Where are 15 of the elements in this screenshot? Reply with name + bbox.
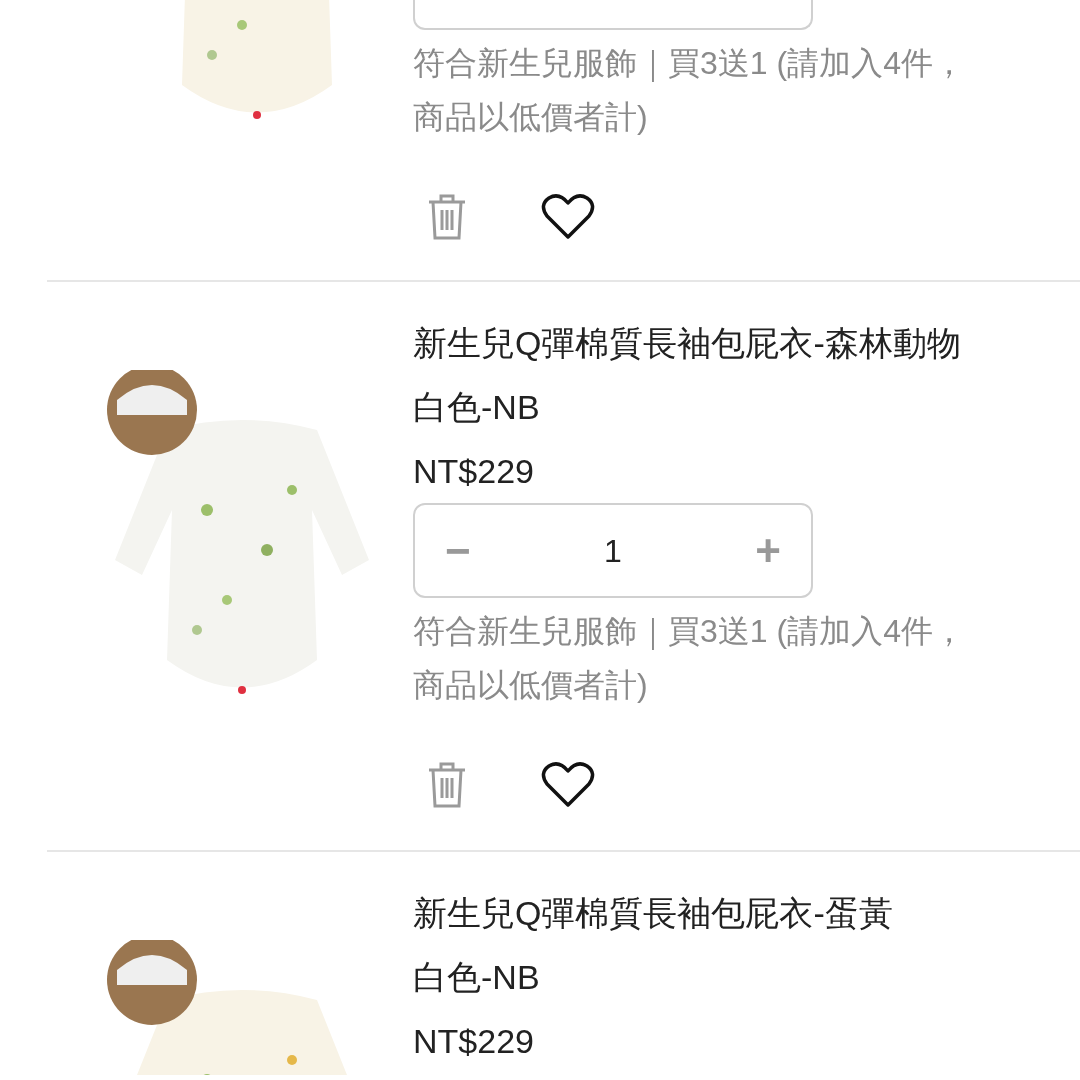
quantity-value[interactable]: 1 — [604, 526, 622, 575]
product-title[interactable]: 新生兒Q彈棉質長袖包屁衣-森林動物 — [413, 311, 965, 375]
promo-text: 商品以低價者計) — [413, 666, 649, 705]
product-variant: 白色-NB — [413, 957, 541, 998]
product-variant: 白色-NB — [413, 387, 541, 428]
promo-text: 符合新生兒服飾｜買3送1 (請加入4件， — [413, 44, 965, 84]
quantity-stepper[interactable]: − 1 + — [413, 503, 813, 598]
quantity-stepper[interactable] — [413, 0, 813, 30]
promo-text: 符合新生兒服飾｜買3送1 (請加入4件， — [413, 612, 965, 652]
heart-icon[interactable] — [541, 761, 595, 809]
product-price: NT$229 — [413, 1021, 535, 1062]
heart-icon[interactable] — [541, 193, 595, 241]
promo-text: 商品以低價者計) — [413, 98, 649, 137]
product-title[interactable]: 新生兒Q彈棉質長袖包屁衣-蛋黃 — [413, 881, 893, 945]
product-price: NT$229 — [413, 451, 535, 492]
